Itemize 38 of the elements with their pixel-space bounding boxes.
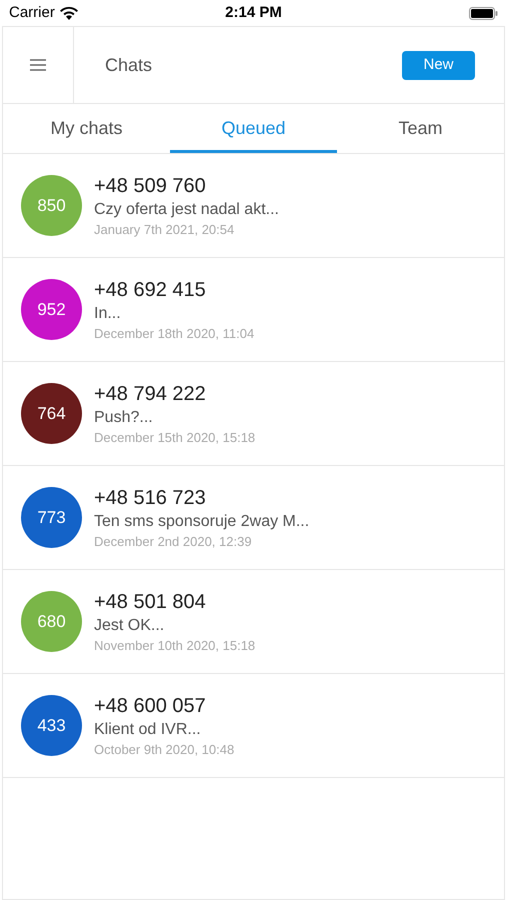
chat-list-item[interactable]: 433 +48 600 057 Klient od IVR... October 9th 2020, 10:48 xyxy=(3,674,504,778)
message-date: December 18th 2020, 11:04 xyxy=(94,324,254,342)
message-preview: Ten sms sponsoruje 2way M... xyxy=(94,512,310,532)
avatar-badge: 850 xyxy=(21,175,82,236)
phone-number: +48 794 222 xyxy=(94,382,207,406)
carrier-name: Carrier xyxy=(9,2,55,23)
message-date: December 2nd 2020, 12:39 xyxy=(94,532,253,550)
phone-number: +48 509 760 xyxy=(94,174,207,198)
menu-icon xyxy=(30,59,46,71)
avatar-badge: 773 xyxy=(21,487,82,548)
page-title: Chats xyxy=(105,54,152,76)
avatar-badge: 952 xyxy=(21,279,82,340)
phone-number: +48 501 804 xyxy=(94,590,207,614)
tab[interactable]: Team xyxy=(337,104,504,153)
chat-list-item[interactable]: 680 +48 501 804 Jest OK... November 10th 2020, 15:18 xyxy=(3,570,504,674)
phone-number: +48 600 057 xyxy=(94,694,207,718)
avatar-badge: 433 xyxy=(21,695,82,756)
clock-time: 2:14 PM xyxy=(225,2,282,23)
message-preview: Push?... xyxy=(94,408,154,428)
message-date: January 7th 2021, 20:54 xyxy=(94,220,236,238)
chat-list-item[interactable]: 952 +48 692 415 In... December 18th 2020, 11:04 xyxy=(3,258,504,362)
avatar-badge: 764 xyxy=(21,383,82,444)
message-date: October 9th 2020, 10:48 xyxy=(94,740,234,758)
phone-number: +48 692 415 xyxy=(94,278,207,302)
chat-list-item[interactable]: 764 +48 794 222 Push?... December 15th 2020, 15:18 xyxy=(3,362,504,466)
message-preview: Jest OK... xyxy=(94,616,166,636)
message-preview: Czy oferta jest nadal akt... xyxy=(94,200,279,220)
message-preview: Klient od IVR... xyxy=(94,720,202,740)
chat-list-item[interactable]: 773 +48 516 723 Ten sms sponsoruje 2way M... December 2nd 2020, 12:39 xyxy=(3,466,504,570)
message-date: December 15th 2020, 15:18 xyxy=(94,428,256,446)
tab[interactable]: My chats xyxy=(3,104,170,153)
wifi-icon xyxy=(60,6,78,20)
message-preview: In... xyxy=(94,304,122,324)
phone-number: +48 516 723 xyxy=(94,486,207,510)
avatar-badge: 680 xyxy=(21,591,82,652)
message-date: November 10th 2020, 15:18 xyxy=(94,636,256,654)
battery-icon xyxy=(468,6,498,20)
chat-list-item[interactable]: 850 +48 509 760 Czy oferta jest nadal akt... January 7th 2021, 20:54 xyxy=(3,154,504,258)
